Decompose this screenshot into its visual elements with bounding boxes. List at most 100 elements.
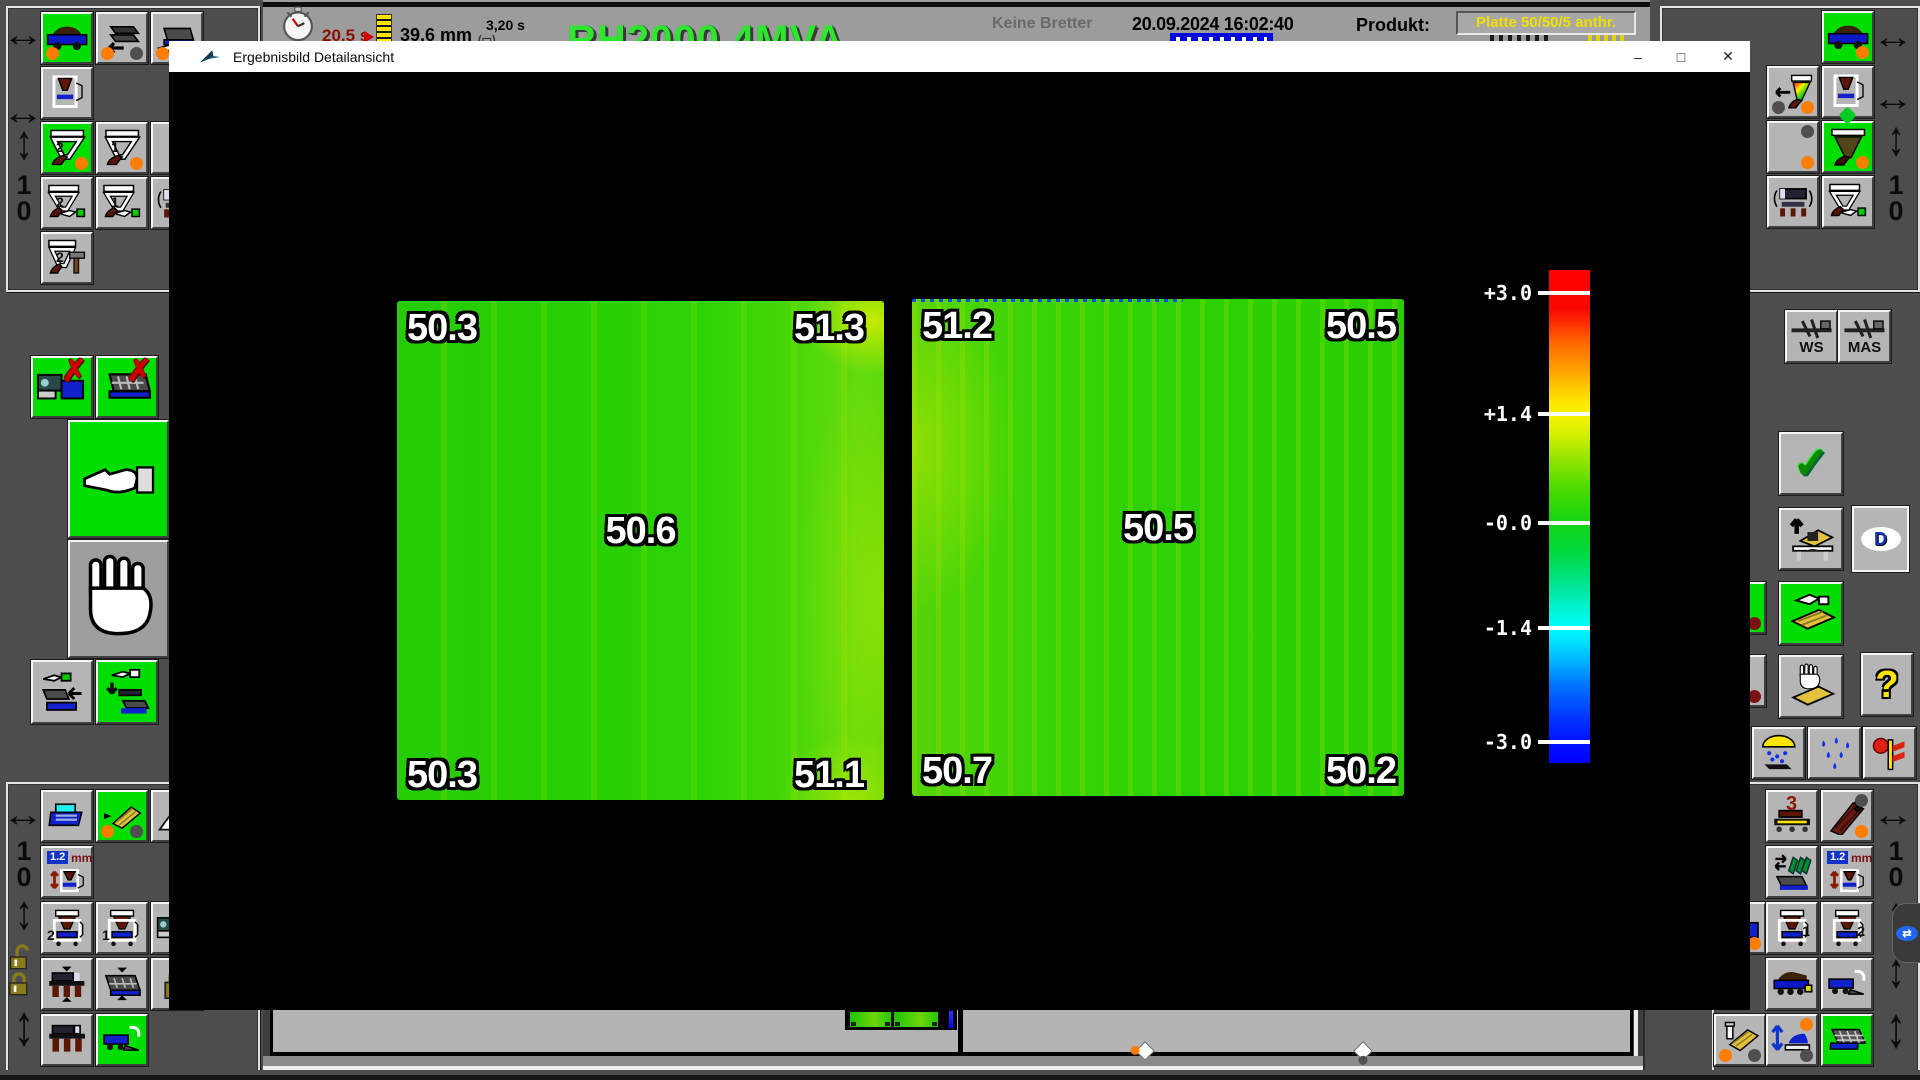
belt-number: 3 — [1786, 794, 1797, 814]
status-dot — [130, 157, 143, 170]
hopper-manual-button-right[interactable] — [1822, 176, 1874, 228]
status-dot — [75, 157, 88, 170]
press-button[interactable] — [1767, 121, 1819, 173]
saw-lift-button[interactable] — [1779, 508, 1843, 570]
bottom-timeline-right — [963, 1008, 1633, 1056]
hand-keyboard-out-button[interactable] — [31, 660, 93, 724]
ws-button[interactable]: WS — [1785, 310, 1838, 363]
ws-label: WS — [1799, 340, 1823, 357]
dark-hopper-button[interactable] — [1822, 121, 1874, 173]
hand-table-down-button[interactable] — [96, 660, 158, 724]
hopper-cart-1-button[interactable]: 1 — [96, 902, 148, 954]
table-stack-button[interactable] — [41, 1014, 93, 1066]
vacuum-out-button[interactable] — [96, 1014, 148, 1066]
status-dot — [156, 47, 169, 60]
mas-label: MAS — [1848, 340, 1881, 357]
check-icon: ✓ — [1793, 442, 1830, 486]
d-badge: D — [1861, 527, 1901, 551]
close-button[interactable]: ✕ — [1712, 45, 1744, 68]
mode-indicator-bar — [1170, 33, 1273, 41]
manual-stop-hand-button[interactable] — [68, 540, 169, 658]
measure-top-right: 51.3 — [794, 309, 864, 347]
confirm-button[interactable]: ✓ — [1779, 432, 1843, 495]
hopper-2-auto-button[interactable]: 2 — [41, 122, 93, 174]
v-arrows-icon: ↕ — [1884, 114, 1908, 163]
colorbar-tick — [1538, 521, 1590, 525]
status-dot — [101, 825, 114, 838]
colorbar-tick — [1538, 412, 1590, 416]
status-dot — [1800, 1018, 1813, 1031]
status-dot — [1856, 46, 1869, 59]
hopper-2-service-button[interactable]: 2 — [41, 232, 93, 284]
scale-lift-button[interactable] — [1766, 1014, 1818, 1066]
colorbar — [1549, 270, 1590, 763]
dosing-machine-button[interactable] — [41, 67, 93, 119]
measure-top-right: 50.5 — [1326, 307, 1396, 345]
tray-scanner-button[interactable] — [41, 790, 93, 842]
water-drops-button[interactable] — [1808, 727, 1861, 779]
barrier-flag-button[interactable] — [1863, 727, 1916, 779]
spray-button[interactable] — [1752, 727, 1805, 779]
hopper-number: 2 — [56, 250, 64, 264]
product-value-field[interactable]: Platte 50/50/5 anthr. — [1456, 11, 1636, 35]
hopper-1-auto-button[interactable]: 1 — [96, 122, 148, 174]
hand-board-auto-button[interactable] — [1779, 582, 1843, 645]
hand-board-stop-button[interactable] — [1779, 655, 1843, 718]
hopper-number: 2 — [1857, 924, 1865, 938]
vacuum-keyboard-button[interactable] — [1821, 958, 1873, 1010]
colorbar-tick — [1538, 626, 1590, 630]
scale-digit: 1 — [1886, 838, 1906, 865]
thumbnail-board-left — [850, 1012, 891, 1027]
maximize-button[interactable]: □ — [1665, 45, 1697, 68]
blades-swap-button[interactable] — [1766, 846, 1818, 898]
vibration-stack-button[interactable] — [1767, 176, 1819, 228]
keyboard-updown-button[interactable] — [96, 958, 148, 1010]
status-dot — [101, 47, 114, 60]
heatmap-board-left: 50.3 51.3 50.6 50.3 51.1 — [397, 301, 884, 800]
keyboard-disable-button[interactable]: ✗ — [96, 356, 158, 418]
hopper-2-manual-button[interactable]: 2 — [41, 177, 93, 229]
colorbar-label: -0.0 — [1427, 511, 1532, 535]
colorbar-label: -3.0 — [1427, 730, 1532, 754]
hopper-1-manual-button[interactable]: 1 — [96, 177, 148, 229]
thickness-unit: mm — [71, 852, 92, 864]
panel-stack-button[interactable] — [96, 12, 148, 64]
thickness-setting-button[interactable]: 1.2 mm — [41, 846, 93, 898]
hopper-number: 2 — [56, 140, 64, 154]
belt-3-button[interactable]: 3 — [1766, 790, 1818, 842]
hopper-cart-2-button[interactable]: 2 — [41, 902, 93, 954]
auto-mode-hand-button[interactable] — [68, 420, 169, 538]
minimize-button[interactable]: – — [1622, 45, 1654, 68]
v-arrows-icon: ↕ — [12, 997, 36, 1055]
dosing-machine-button-right[interactable] — [1822, 66, 1874, 118]
status-dot — [1855, 794, 1868, 807]
scale-digit: 1 — [1886, 172, 1906, 199]
table-updown-button[interactable] — [41, 958, 93, 1010]
status-dot — [1801, 156, 1814, 169]
v-arrows-icon: ↕ — [12, 118, 36, 167]
help-button[interactable]: ? — [1861, 653, 1913, 716]
mas-button[interactable]: MAS — [1838, 310, 1891, 363]
result-funnel-button[interactable] — [1767, 66, 1819, 118]
dialog-titlebar[interactable]: Ergebnisbild Detailansicht – □ ✕ — [169, 41, 1750, 72]
ramp-updown-button[interactable] — [1821, 790, 1873, 842]
measure-bottom-right: 51.1 — [794, 756, 864, 794]
scale-digit: 1 — [14, 838, 34, 865]
remote-access-tab[interactable]: ⇄ — [1892, 903, 1920, 963]
hopper-number: 1 — [1802, 924, 1810, 938]
thickness-setting-button-right[interactable]: 1.2 mm — [1821, 846, 1873, 898]
hopper-cart-2-button-right[interactable]: 2 — [1821, 902, 1873, 954]
camera-disable-button[interactable]: ✗ — [31, 356, 93, 418]
piston-board-button[interactable] — [1714, 1014, 1766, 1066]
wagon-button[interactable] — [1766, 958, 1818, 1010]
hopper-cart-1-button-right[interactable]: 1 — [1766, 902, 1818, 954]
status-message: Keine Bretter — [992, 15, 1092, 33]
d-mode-button[interactable]: D — [1852, 506, 1909, 572]
top-bar-border — [263, 2, 1650, 7]
board-feed-button[interactable] — [96, 790, 148, 842]
transport-car-button[interactable] — [41, 12, 93, 64]
keyboard-3d-button[interactable] — [1821, 1014, 1873, 1066]
panel-corner-line — [1634, 1008, 1638, 1056]
transport-car-button-right[interactable] — [1822, 11, 1874, 63]
x-mark-icon: ✗ — [62, 354, 87, 389]
